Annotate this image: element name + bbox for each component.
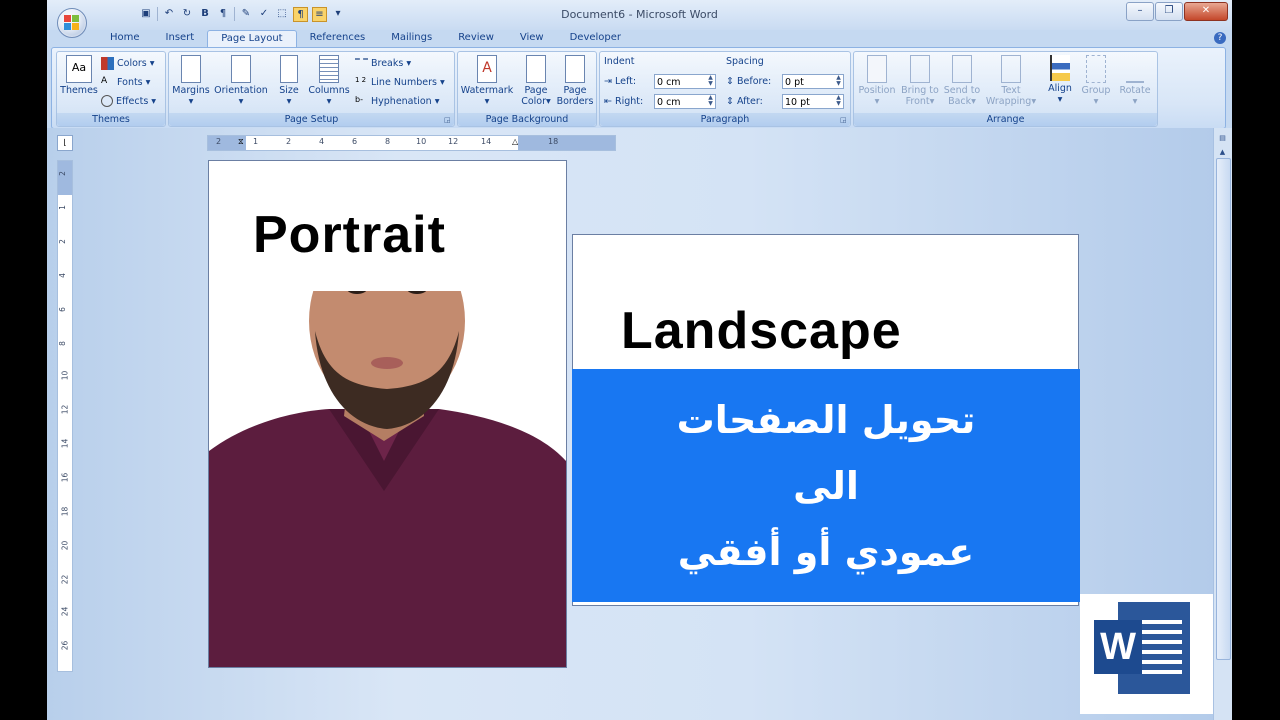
align-button[interactable]: Align ▾ [1042,55,1078,105]
indent-marker-icon[interactable]: ⧖ [238,137,244,147]
page-borders-button[interactable]: Page Borders [556,55,594,107]
tab-home[interactable]: Home [97,30,153,48]
hyphenation-icon: b‑ [355,94,363,104]
word-logo: W [1080,594,1213,714]
indent-right-label: ⇤ Right: [604,96,644,107]
position-button[interactable]: Position ▾ [856,55,898,107]
page-color-button[interactable]: Page Color▾ [518,55,554,107]
spacing-before-field[interactable]: 0 pt ▲ ▼ [782,74,844,89]
size-icon [280,55,298,83]
watermark-icon: A [477,55,497,83]
paragraph-group: Indent ⇥ Left: 0 cm ▲ ▼ ⇤ Right: 0 cm ▲ ▼ Sp… [599,51,851,127]
margins-icon [181,55,201,83]
tab-insert[interactable]: Insert [153,30,208,48]
ribbon-tabs: Home Insert Page Layout References Maili… [97,30,634,49]
arabic-line-3: عمودي أو أفقي [677,529,975,574]
portrait-heading: Portrait [253,206,446,264]
arabic-line-2: الى [793,463,859,508]
page-background-group: A Watermark ▾ Page Color▾ Page Borders Pa… [457,51,597,127]
breaks-icon [355,58,368,68]
word-logo-letter: W [1094,620,1142,674]
theme-fonts-button[interactable]: A Fonts ▾ [101,74,150,90]
page-color-icon [526,55,546,83]
columns-button[interactable]: Columns ▾ [307,55,351,107]
spacing-after-field[interactable]: 10 pt ▲ ▼ [782,94,844,109]
office-logo-icon [64,15,80,31]
title-bar: ▣ ↶ ↻ B ¶ ✎ ✓ ⬚ ¶ ≡ ▾ Document6 - Micros… [47,0,1232,30]
indent-left-label: ⇥ Left: [604,76,637,87]
maximize-button[interactable]: ❐ [1155,2,1183,21]
scroll-thumb[interactable] [1216,158,1231,660]
window-controls: – ❐ ✕ [1126,2,1228,21]
spacing-before-label: ⇕ Before: [726,76,772,87]
ribbon: Aa Themes Colors ▾ A Fonts ▾ Effects ▾ Theme… [51,47,1226,129]
position-icon [867,55,887,83]
word-window: ▣ ↶ ↻ B ¶ ✎ ✓ ⬚ ¶ ≡ ▾ Document6 - Micros… [47,0,1232,720]
indent-right-spinner[interactable]: ▲ ▼ [706,95,715,108]
themes-icon: Aa [66,55,92,83]
page-setup-launcher-icon[interactable]: ◲ [444,116,452,124]
bring-to-front-icon [910,55,930,83]
text-wrapping-icon [1001,55,1021,83]
effects-icon [101,95,113,107]
orientation-icon [231,55,251,83]
ruler-toggle-icon[interactable]: ▤ [1216,132,1229,145]
margins-button[interactable]: Margins ▾ [171,55,211,107]
window-title: Document6 - Microsoft Word [561,8,718,21]
text-wrapping-button[interactable]: Text Wrapping▾ [984,55,1038,107]
paragraph-launcher-icon[interactable]: ◲ [840,116,848,124]
horizontal-ruler[interactable]: 2 ⧖ 1 2 4 6 8 10 12 14 △ 18 [207,135,616,151]
hyphenation-button[interactable]: b‑ Hyphenation ▾ [355,93,439,109]
orientation-button[interactable]: Orientation ▾ [213,55,269,107]
spacing-after-label: ⇕ After: [726,96,763,107]
themes-button[interactable]: Aa Themes [59,55,99,96]
spacing-after-spinner[interactable]: ▲ ▼ [834,95,843,108]
tab-references[interactable]: References [297,30,379,48]
breaks-button[interactable]: Breaks ▾ [355,55,411,71]
arrange-group: Position ▾ Bring to Front▾ Send to Back▾ Te… [853,51,1158,127]
help-icon[interactable]: ? [1214,32,1226,44]
page-setup-group: Margins ▾ Orientation ▾ Size ▾ Columns ▾ Bre… [168,51,455,127]
landscape-heading: Landscape [621,302,902,360]
office-button[interactable] [57,8,87,38]
rotate-icon [1126,55,1144,83]
group-button[interactable]: Group ▾ [1078,55,1114,107]
indent-left-spinner[interactable]: ▲ ▼ [706,75,715,88]
indent-right-field[interactable]: 0 cm ▲ ▼ [654,94,716,109]
tab-selector-icon[interactable]: ⌊ [57,135,73,151]
bring-to-front-button[interactable]: Bring to Front▾ [900,55,940,107]
tab-developer[interactable]: Developer [557,30,634,48]
tab-view[interactable]: View [507,30,557,48]
arabic-caption-banner: تحويل الصفحات الى عمودي أو أفقي [572,369,1080,602]
themes-group: Aa Themes Colors ▾ A Fonts ▾ Effects ▾ Theme… [56,51,166,127]
columns-icon [319,55,339,83]
spacing-before-spinner[interactable]: ▲ ▼ [834,75,843,88]
theme-effects-button[interactable]: Effects ▾ [101,93,156,109]
vertical-scrollbar[interactable]: ▤ ▲ [1213,128,1232,720]
colors-icon [101,56,114,70]
rotate-button[interactable]: Rotate ▾ [1116,55,1154,107]
size-button[interactable]: Size ▾ [273,55,305,107]
right-indent-marker-icon[interactable]: △ [512,137,518,146]
page-borders-icon [565,55,585,83]
minimize-button[interactable]: – [1126,2,1154,21]
tab-mailings[interactable]: Mailings [378,30,445,48]
line-numbers-icon: 1 2 [355,75,367,84]
group-icon [1086,55,1106,83]
person-photo [209,291,566,667]
send-to-back-icon [952,55,972,83]
close-button[interactable]: ✕ [1184,2,1228,21]
line-numbers-button[interactable]: 1 2 Line Numbers ▾ [355,74,445,90]
arabic-line-1: تحويل الصفحات [676,397,976,442]
indent-left-field[interactable]: 0 cm ▲ ▼ [654,74,716,89]
portrait-page[interactable]: Portrait [208,160,567,668]
vertical-ruler[interactable]: 2 1 2 4 6 8 10 12 14 16 18 20 22 24 26 [57,160,73,672]
fonts-icon: A [101,75,108,86]
send-to-back-button[interactable]: Send to Back▾ [942,55,982,107]
theme-colors-button[interactable]: Colors ▾ [101,55,155,71]
align-icon [1050,55,1070,81]
tab-review[interactable]: Review [445,30,507,48]
watermark-button[interactable]: A Watermark ▾ [460,55,514,107]
